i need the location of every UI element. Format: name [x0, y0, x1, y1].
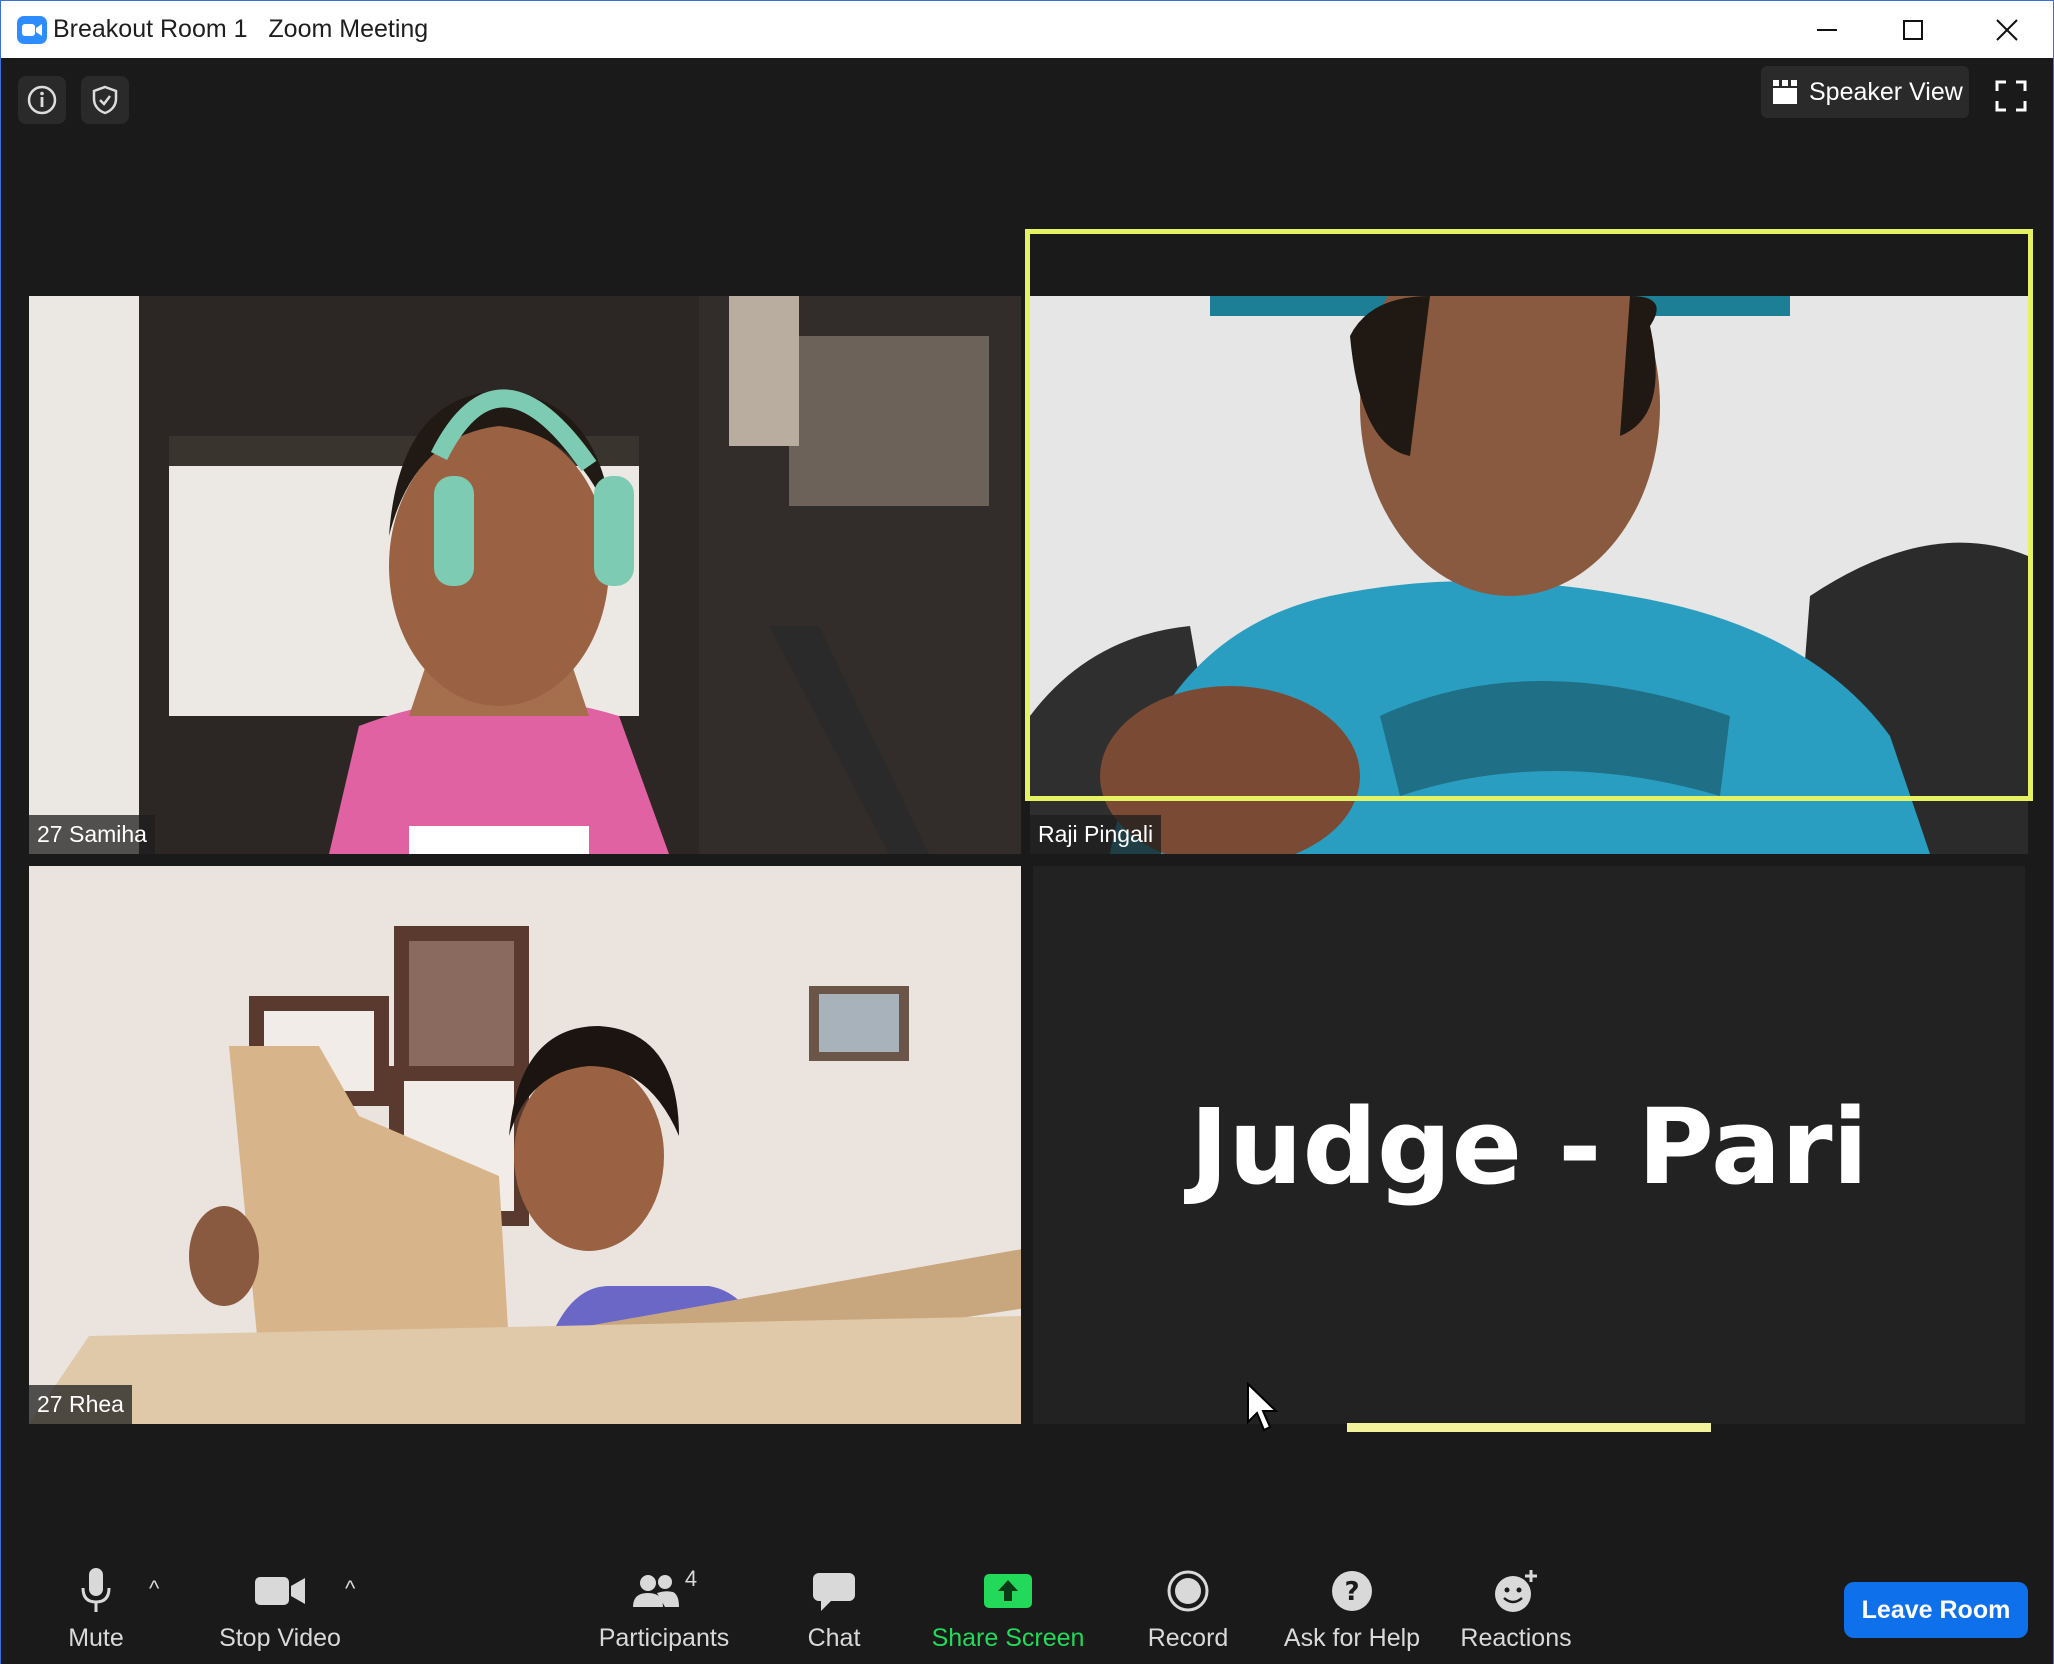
mute-label: Mute [68, 1624, 124, 1652]
ask-for-help-button[interactable]: ? Ask for Help [1283, 1564, 1421, 1654]
video-tile-rhea[interactable]: 27 Rhea [29, 866, 1021, 1424]
participant-video [29, 866, 1021, 1424]
window-title-app: Zoom Meeting [268, 15, 429, 43]
minimize-icon [1817, 29, 1837, 31]
share-screen-button[interactable]: Share Screen [932, 1564, 1084, 1654]
reactions-icon [1495, 1570, 1537, 1612]
speaking-indicator-bar [1347, 1423, 1711, 1432]
participant-display-name: Judge - Pari [1189, 1086, 1869, 1208]
speaker-view-icon [1773, 80, 1797, 104]
video-camera-icon [255, 1577, 305, 1605]
participants-label: Participants [598, 1624, 730, 1652]
security-button[interactable] [81, 76, 129, 124]
reactions-button[interactable]: Reactions [1460, 1564, 1572, 1654]
chat-label: Chat [807, 1624, 861, 1652]
chat-button[interactable]: Chat [801, 1564, 867, 1654]
participants-count: 4 [684, 1566, 698, 1591]
participant-video [1030, 296, 2028, 854]
microphone-icon [81, 1568, 111, 1612]
share-screen-icon [984, 1574, 1032, 1608]
info-icon [27, 85, 57, 115]
window-title-room: Breakout Room 1 [53, 15, 248, 43]
participant-name: Raji Pingali [1030, 815, 1162, 854]
video-tile-raji-pingali[interactable]: Raji Pingali [1030, 296, 2028, 854]
speaker-view-label: Speaker View [1809, 77, 1963, 106]
meeting-toolbar: Mute ^ Stop Video ^ 4 Participants Chat … [1, 1534, 2053, 1664]
meeting-info-button[interactable] [18, 76, 66, 124]
record-icon [1167, 1570, 1209, 1612]
video-tile-judge-pari[interactable]: Judge - Pari [1033, 866, 2025, 1424]
ask-for-help-label: Ask for Help [1283, 1624, 1421, 1652]
stop-video-button[interactable]: Stop Video [213, 1564, 347, 1654]
record-button[interactable]: Record [1147, 1564, 1229, 1654]
participants-icon [632, 1575, 679, 1607]
participants-button[interactable]: 4 Participants [598, 1564, 730, 1654]
reactions-label: Reactions [1460, 1624, 1572, 1652]
participant-video [29, 296, 1021, 854]
svg-text:?: ? [1344, 1577, 1359, 1607]
minimize-button[interactable] [1781, 1, 1873, 59]
close-button[interactable] [1961, 1, 2053, 59]
title-bar: Breakout Room 1 Zoom Meeting [0, 0, 2054, 58]
video-tile-samiha[interactable]: 27 Samiha [29, 296, 1021, 854]
window-title: Breakout Room 1 Zoom Meeting [53, 15, 428, 44]
share-screen-label: Share Screen [931, 1624, 1085, 1652]
stop-video-label: Stop Video [219, 1624, 341, 1652]
mute-button[interactable]: Mute [56, 1564, 136, 1654]
fullscreen-button[interactable] [1991, 76, 2031, 116]
shield-icon [92, 85, 118, 115]
fullscreen-icon [1995, 80, 2027, 112]
close-icon [1996, 19, 2018, 41]
video-options-caret[interactable]: ^ [345, 1576, 355, 1602]
participant-name: 27 Rhea [29, 1385, 132, 1424]
mouse-cursor-icon [1247, 1382, 1279, 1432]
help-icon: ? [1332, 1571, 1372, 1611]
record-label: Record [1147, 1624, 1229, 1652]
maximize-button[interactable] [1867, 1, 1959, 59]
speaker-view-button[interactable]: Speaker View [1761, 66, 1969, 118]
zoom-logo-icon [17, 16, 47, 44]
leave-room-button[interactable]: Leave Room [1844, 1582, 2028, 1638]
chat-icon [813, 1573, 855, 1611]
audio-options-caret[interactable]: ^ [149, 1576, 159, 1602]
maximize-icon [1903, 20, 1923, 40]
participant-name: 27 Samiha [29, 815, 155, 854]
